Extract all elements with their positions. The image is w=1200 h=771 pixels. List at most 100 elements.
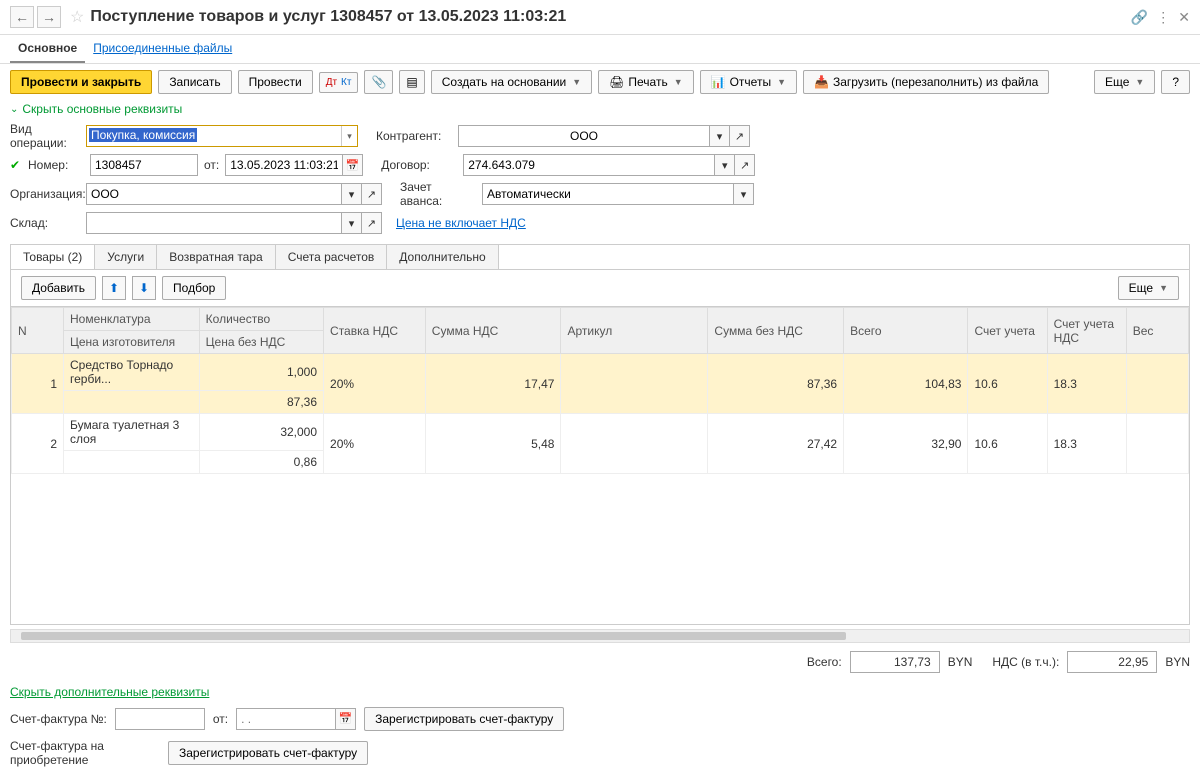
totals-row: Всего: 137,73 BYN НДС (в т.ч.): 22,95 BY… <box>0 643 1200 681</box>
col-sum-no-vat[interactable]: Сумма без НДС <box>708 308 844 354</box>
number-field[interactable] <box>90 154 198 176</box>
vat-label: НДС (в т.ч.): <box>992 655 1059 669</box>
structure-icon-button[interactable]: ▤ <box>399 70 424 94</box>
close-icon[interactable]: ✕ <box>1178 9 1190 26</box>
col-vat-rate[interactable]: Ставка НДС <box>324 308 426 354</box>
add-row-button[interactable]: Добавить <box>21 276 96 300</box>
subtab-services[interactable]: Услуги <box>95 245 157 269</box>
currency-label-2: BYN <box>1165 655 1190 669</box>
nav-forward-button[interactable]: → <box>37 6 61 28</box>
subtab-accounts[interactable]: Счета расчетов <box>276 245 388 269</box>
dropdown-icon[interactable]: ▾ <box>734 183 754 205</box>
create-based-button[interactable]: Создать на основании▼ <box>431 70 592 94</box>
table-row[interactable]: 1 Средство Торнадо герби... 1,000 20% 17… <box>12 354 1189 391</box>
tab-main[interactable]: Основное <box>10 35 85 63</box>
subtab-additional[interactable]: Дополнительно <box>387 245 498 269</box>
main-tabs: Основное Присоединенные файлы <box>0 35 1200 64</box>
detail-tabs: Товары (2) Услуги Возвратная тара Счета … <box>10 244 1190 269</box>
dropdown-icon[interactable]: ▾ <box>341 126 357 146</box>
save-button[interactable]: Записать <box>158 70 231 94</box>
post-and-close-button[interactable]: Провести и закрыть <box>10 70 152 94</box>
currency-label: BYN <box>948 655 973 669</box>
goods-grid[interactable]: N Номенклатура Количество Ставка НДС Сум… <box>10 306 1190 625</box>
col-weight[interactable]: Вес <box>1126 308 1188 354</box>
col-nomenclature[interactable]: Номенклатура <box>64 308 200 331</box>
table-row[interactable]: 2 Бумага туалетная 3 слоя 32,000 20% 5,4… <box>12 414 1189 451</box>
dtkt-icon-button[interactable]: ДтКт <box>319 72 359 93</box>
label-number: Номер: <box>28 158 84 172</box>
collapse-main-requisites[interactable]: ⌄ Скрыть основные реквизиты <box>0 100 1200 118</box>
date-field[interactable] <box>225 154 343 176</box>
calendar-icon[interactable]: 📅 <box>343 154 363 176</box>
dropdown-icon[interactable]: ▾ <box>342 183 362 205</box>
label-contract: Договор: <box>381 158 457 172</box>
col-quantity[interactable]: Количество <box>199 308 323 331</box>
op-type-field[interactable]: Покупка, комиссия ▾ <box>86 125 358 147</box>
register-purchase-invoice-button[interactable]: Зарегистрировать счет-фактуру <box>168 741 368 765</box>
total-value: 137,73 <box>850 651 940 673</box>
col-account[interactable]: Счет учета <box>968 308 1047 354</box>
invoice-row: Счет-фактура №: от: 📅 Зарегистрировать с… <box>0 703 1200 735</box>
posted-icon: ✔ <box>10 158 22 172</box>
invoice-date-field[interactable] <box>236 708 336 730</box>
chevron-down-icon: ⌄ <box>10 104 18 115</box>
help-button[interactable]: ? <box>1161 70 1190 94</box>
purchase-invoice-row: Счет-фактура на приобретение Зарегистрир… <box>0 735 1200 771</box>
subtab-returnable[interactable]: Возвратная тара <box>157 245 276 269</box>
invoice-num-label: Счет-фактура №: <box>10 712 107 726</box>
post-button[interactable]: Провести <box>238 70 313 94</box>
open-icon[interactable]: ↗ <box>362 212 382 234</box>
dropdown-icon[interactable]: ▾ <box>715 154 735 176</box>
load-from-file-button[interactable]: 📥 Загрузить (перезаполнить) из файла <box>803 70 1049 94</box>
more-icon[interactable]: ⋮ <box>1156 9 1170 26</box>
open-icon[interactable]: ↗ <box>730 125 750 147</box>
org-field[interactable] <box>86 183 342 205</box>
dropdown-icon[interactable]: ▾ <box>342 212 362 234</box>
reports-button[interactable]: 📊 Отчеты▼ <box>700 70 797 94</box>
open-icon[interactable]: ↗ <box>735 154 755 176</box>
grid-toolbar: Добавить ⬆ ⬇ Подбор Еще▼ <box>10 269 1190 306</box>
col-total[interactable]: Всего <box>844 308 968 354</box>
label-op-type: Вид операции: <box>10 122 80 150</box>
calendar-icon[interactable]: 📅 <box>336 708 356 730</box>
advance-field[interactable] <box>482 183 734 205</box>
window-header: ← → ☆ Поступление товаров и услуг 130845… <box>0 0 1200 35</box>
col-vat-account[interactable]: Счет учета НДС <box>1047 308 1126 354</box>
price-no-vat-link[interactable]: Цена не включает НДС <box>396 216 526 230</box>
tab-attached-files[interactable]: Присоединенные файлы <box>85 35 240 63</box>
print-button[interactable]: 🖨 Печать▼ <box>598 70 693 94</box>
open-icon[interactable]: ↗ <box>362 183 382 205</box>
main-toolbar: Провести и закрыть Записать Провести ДтК… <box>0 64 1200 100</box>
col-manufacturer-price[interactable]: Цена изготовителя <box>64 331 200 354</box>
col-article[interactable]: Артикул <box>561 308 708 354</box>
window-title: Поступление товаров и услуг 1308457 от 1… <box>90 8 1130 26</box>
vat-value: 22,95 <box>1067 651 1157 673</box>
collapse-additional-requisites[interactable]: Скрыть дополнительные реквизиты <box>0 681 219 703</box>
move-down-button[interactable]: ⬇ <box>132 276 156 300</box>
pick-button[interactable]: Подбор <box>162 276 226 300</box>
attach-icon-button[interactable]: 📎 <box>364 70 393 94</box>
dropdown-icon[interactable]: ▾ <box>710 125 730 147</box>
nav-back-button[interactable]: ← <box>10 6 34 28</box>
subtab-goods[interactable]: Товары (2) <box>11 245 95 269</box>
col-vat-amount[interactable]: Сумма НДС <box>425 308 561 354</box>
invoice-num-field[interactable] <box>115 708 205 730</box>
move-up-button[interactable]: ⬆ <box>102 276 126 300</box>
label-counterparty: Контрагент: <box>376 129 452 143</box>
warehouse-field[interactable] <box>86 212 342 234</box>
grid-more-button[interactable]: Еще▼ <box>1118 276 1179 300</box>
contract-field[interactable] <box>463 154 715 176</box>
register-invoice-button[interactable]: Зарегистрировать счет-фактуру <box>364 707 564 731</box>
col-n[interactable]: N <box>12 308 64 354</box>
link-icon[interactable]: 🔗 <box>1131 9 1148 26</box>
horizontal-scrollbar[interactable] <box>10 629 1190 643</box>
total-label: Всего: <box>807 655 842 669</box>
label-warehouse: Склад: <box>10 216 80 230</box>
favorite-star-icon[interactable]: ☆ <box>70 7 84 27</box>
label-date: от: <box>204 158 219 172</box>
counterparty-field[interactable] <box>458 125 710 147</box>
col-price-no-vat[interactable]: Цена без НДС <box>199 331 323 354</box>
label-advance: Зачет аванса: <box>400 180 476 208</box>
label-org: Организация: <box>10 187 80 201</box>
more-button[interactable]: Еще▼ <box>1094 70 1155 94</box>
